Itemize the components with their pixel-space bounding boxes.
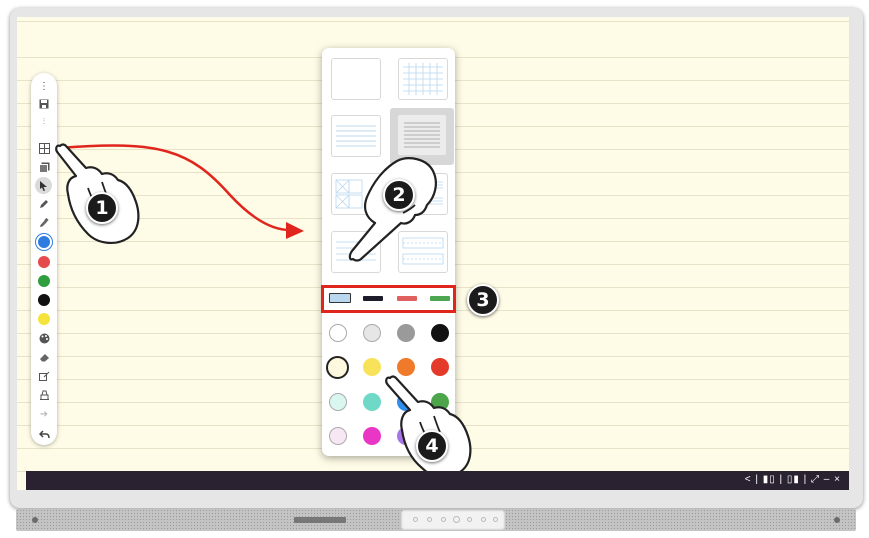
template-blank[interactable] (331, 58, 381, 100)
bg-color-black[interactable] (431, 324, 449, 342)
bg-color-mint[interactable] (329, 393, 347, 411)
bg-color-pink-light[interactable] (329, 427, 347, 445)
line-color-callout-box (321, 285, 456, 313)
step-badge-3: 3 (467, 284, 499, 316)
bg-color-white[interactable] (329, 324, 347, 342)
template-grid[interactable] (398, 58, 448, 100)
front-ports (294, 517, 346, 523)
hand-pointer-icon (385, 375, 472, 478)
window-controls[interactable]: < | ▮▯ | ▯▮ | ⤢ – × (745, 474, 841, 485)
bg-color-yellow[interactable] (363, 358, 381, 376)
step-badge-1: 1 (86, 192, 118, 224)
step-badge-2: 2 (383, 179, 415, 211)
front-control-panel (401, 510, 505, 530)
step-badge-4: 4 (416, 430, 448, 462)
indicator-dot (834, 517, 840, 523)
bg-color-light-gray[interactable] (363, 324, 381, 342)
bottom-taskbar: < | ▮▯ | ▯▮ | ⤢ – × (26, 471, 849, 490)
template-lined-blue[interactable] (331, 115, 381, 157)
indicator-dot (32, 517, 38, 523)
display-speaker-bar (16, 509, 856, 531)
bg-color-cream[interactable] (326, 356, 349, 379)
bg-color-gray[interactable] (397, 324, 415, 342)
template-lined-gray[interactable] (397, 114, 447, 156)
bg-color-magenta[interactable] (363, 427, 381, 445)
bg-color-teal[interactable] (363, 393, 381, 411)
